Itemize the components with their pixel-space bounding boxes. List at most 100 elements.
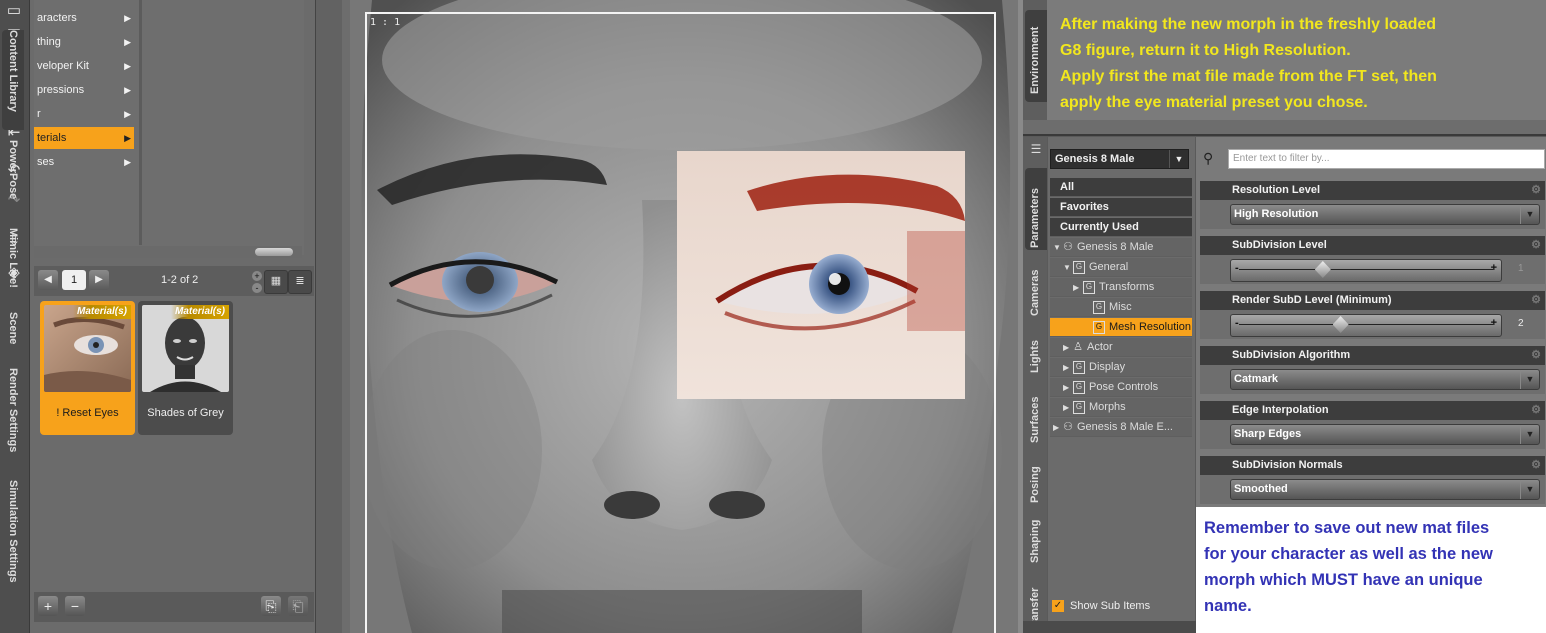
expand-toggle-icon[interactable]: ▶ <box>1073 278 1083 296</box>
tab-surfaces[interactable]: Surfaces <box>1025 385 1047 445</box>
note-line: apply the eye material preset you chose. <box>1060 94 1368 111</box>
slider-value[interactable]: 2 <box>1518 318 1524 329</box>
list-view-button[interactable]: ≣ <box>288 270 312 294</box>
gear-icon[interactable]: ⚙ <box>1531 346 1541 365</box>
expand-toggle-icon[interactable]: ▼ <box>1053 238 1063 256</box>
expand-toggle-icon[interactable]: ▶ <box>1063 358 1073 376</box>
pane-tab-strip <box>315 0 342 633</box>
tab-scene[interactable]: Scene <box>2 312 24 362</box>
material-badge: Material(s) <box>170 305 229 319</box>
copy-icon[interactable]: ⎘ <box>261 596 281 616</box>
node-selector[interactable]: Genesis 8 Male ▼ <box>1050 149 1189 169</box>
property-group-item[interactable]: G Misc <box>1050 298 1192 317</box>
slider-value[interactable]: 1 <box>1518 263 1524 274</box>
gear-icon[interactable]: ⚙ <box>1531 291 1541 310</box>
property-dropdown[interactable]: High Resolution ▼ <box>1230 204 1540 225</box>
gear-icon[interactable]: ⚙ <box>1531 401 1541 420</box>
property-dropdown[interactable]: Sharp Edges ▼ <box>1230 424 1540 445</box>
zoom-out-icon[interactable]: - <box>252 283 262 293</box>
grid-view-button[interactable]: ▦ <box>264 270 288 294</box>
material-badge: Material(s) <box>72 305 131 319</box>
property-slider[interactable]: - + <box>1230 314 1502 337</box>
tree-item[interactable]: aracters ▶ <box>34 7 134 29</box>
tab-render-settings[interactable]: Render Settings <box>2 368 24 468</box>
expand-toggle-icon[interactable]: ▶ <box>1063 398 1073 416</box>
property-title-text: Resolution Level <box>1232 184 1321 196</box>
tree-item[interactable]: veloper Kit ▶ <box>34 55 134 77</box>
page-number-field[interactable]: 1 <box>62 270 86 290</box>
decrement-icon[interactable]: - <box>1235 262 1239 274</box>
tree-item-label: r <box>37 108 41 120</box>
property-group-item[interactable]: ▶ ⚇ Genesis 8 Male E... <box>1050 418 1192 437</box>
open-folder-icon[interactable]: ▭ <box>3 0 25 22</box>
group-icon: G <box>1093 300 1105 314</box>
property-group-item[interactable]: ▶ G Pose Controls <box>1050 378 1192 397</box>
show-sub-items-checkbox[interactable]: ✓ Show Sub Items <box>1052 600 1192 616</box>
increment-icon[interactable]: + <box>1491 317 1497 329</box>
right-horizontal-splitter[interactable] <box>1023 120 1546 136</box>
remove-button[interactable]: − <box>65 596 85 616</box>
property-group-item[interactable]: ▼ ⚇ Genesis 8 Male <box>1050 238 1192 257</box>
property-group-item[interactable]: ▶ ♙ Actor <box>1050 338 1192 357</box>
pane-menu-icon[interactable]: ☰ <box>1025 142 1047 162</box>
zoom-in-icon[interactable]: + <box>252 271 262 281</box>
filter-input[interactable]: Enter text to filter by... <box>1228 149 1545 169</box>
tab-mimic-live[interactable]: Mimic Live! <box>2 228 24 303</box>
paste-icon[interactable]: ⎗ <box>288 596 308 616</box>
property-group-item[interactable]: Currently Used <box>1050 218 1192 237</box>
tab-parameters[interactable]: Parameters <box>1025 170 1047 250</box>
tab-environment[interactable]: Environment <box>1025 10 1047 102</box>
tab-simulation-settings[interactable]: Simulation Settings <box>2 480 24 595</box>
property-group-item[interactable]: All <box>1050 178 1192 197</box>
pane-splitter[interactable] <box>342 0 350 633</box>
tab-posing[interactable]: Posing <box>1025 455 1047 505</box>
next-page-button[interactable]: ▶ <box>89 270 109 290</box>
actor-icon: ♙ <box>1073 340 1083 353</box>
scrollbar-thumb[interactable] <box>255 248 293 256</box>
gear-icon[interactable]: ⚙ <box>1531 236 1541 255</box>
tree-item-label: thing <box>37 36 61 48</box>
tab-shaping[interactable]: Shaping <box>1025 515 1047 565</box>
add-button[interactable]: + <box>38 596 58 616</box>
property-group-item[interactable]: Favorites <box>1050 198 1192 217</box>
property-group-item[interactable]: ▶ G Morphs <box>1050 398 1192 417</box>
prev-page-button[interactable]: ◀ <box>38 270 58 290</box>
tab-lights[interactable]: Lights <box>1025 330 1047 375</box>
chevron-right-icon: ▶ <box>124 85 131 95</box>
tree-item[interactable]: thing ▶ <box>34 31 134 53</box>
slider-knob[interactable] <box>1332 316 1349 333</box>
property-slider[interactable]: - + <box>1230 259 1502 282</box>
tree-item[interactable]: ses ▶ <box>34 151 134 173</box>
property-group-item[interactable]: G Mesh Resolution <box>1050 318 1192 337</box>
tree-splitter[interactable] <box>139 0 142 245</box>
tab-powerpose[interactable]: PowerPose <box>2 140 24 220</box>
property-group-item[interactable]: ▼ G General <box>1050 258 1192 277</box>
property-dropdown[interactable]: Catmark ▼ <box>1230 369 1540 390</box>
note-line: G8 figure, return it to High Resolution. <box>1060 42 1351 59</box>
group-icon: G <box>1073 380 1085 394</box>
property-group-label: Currently Used <box>1060 221 1139 233</box>
expand-toggle-icon[interactable]: ▶ <box>1053 418 1063 436</box>
increment-icon[interactable]: + <box>1491 262 1497 274</box>
property-group-item[interactable]: ▶ G Display <box>1050 358 1192 377</box>
tree-item[interactable]: r ▶ <box>34 103 134 125</box>
expand-toggle-icon[interactable]: ▶ <box>1063 338 1073 356</box>
tree-item[interactable]: pressions ▶ <box>34 79 134 101</box>
decrement-icon[interactable]: - <box>1235 317 1239 329</box>
asset-tile-reset-eyes[interactable]: Material(s) ! Reset Eyes <box>40 301 135 435</box>
property-group-item[interactable]: ▶ G Transforms <box>1050 278 1192 297</box>
tab-cameras[interactable]: Cameras <box>1025 258 1047 318</box>
gear-icon[interactable]: ⚙ <box>1531 456 1541 475</box>
expand-toggle-icon[interactable]: ▶ <box>1063 378 1073 396</box>
property-dropdown[interactable]: Smoothed ▼ <box>1230 479 1540 500</box>
tab-content-library[interactable]: Content Library <box>2 30 24 130</box>
property-title: Render SubD Level (Minimum) ⚙ <box>1200 291 1545 310</box>
tree-item[interactable]: terials ▶ <box>34 127 134 149</box>
asset-tile-shades-of-grey[interactable]: Material(s) Shades of Grey <box>138 301 233 435</box>
tree-item-label: veloper Kit <box>37 60 89 72</box>
expand-toggle-icon[interactable]: ▼ <box>1063 258 1073 276</box>
gear-icon[interactable]: ⚙ <box>1531 181 1541 200</box>
group-icon: G <box>1073 260 1085 274</box>
tree-item-label: pressions <box>37 84 85 96</box>
slider-knob[interactable] <box>1314 261 1331 278</box>
